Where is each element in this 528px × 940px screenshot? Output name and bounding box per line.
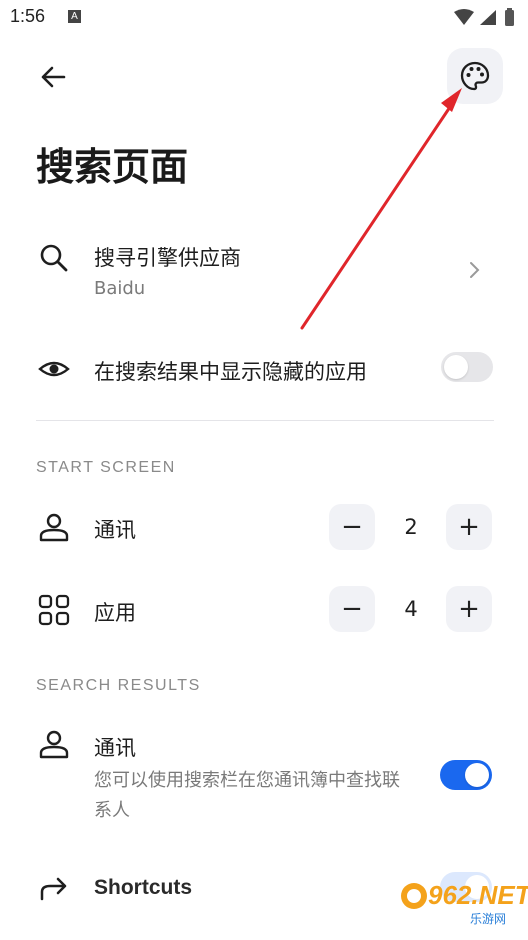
watermark-brand: 962.NET <box>428 880 528 910</box>
annotation-arrow-icon <box>300 88 462 330</box>
watermark: 962.NET 乐游网 <box>392 862 528 936</box>
watermark-sub: 乐游网 <box>470 912 507 926</box>
